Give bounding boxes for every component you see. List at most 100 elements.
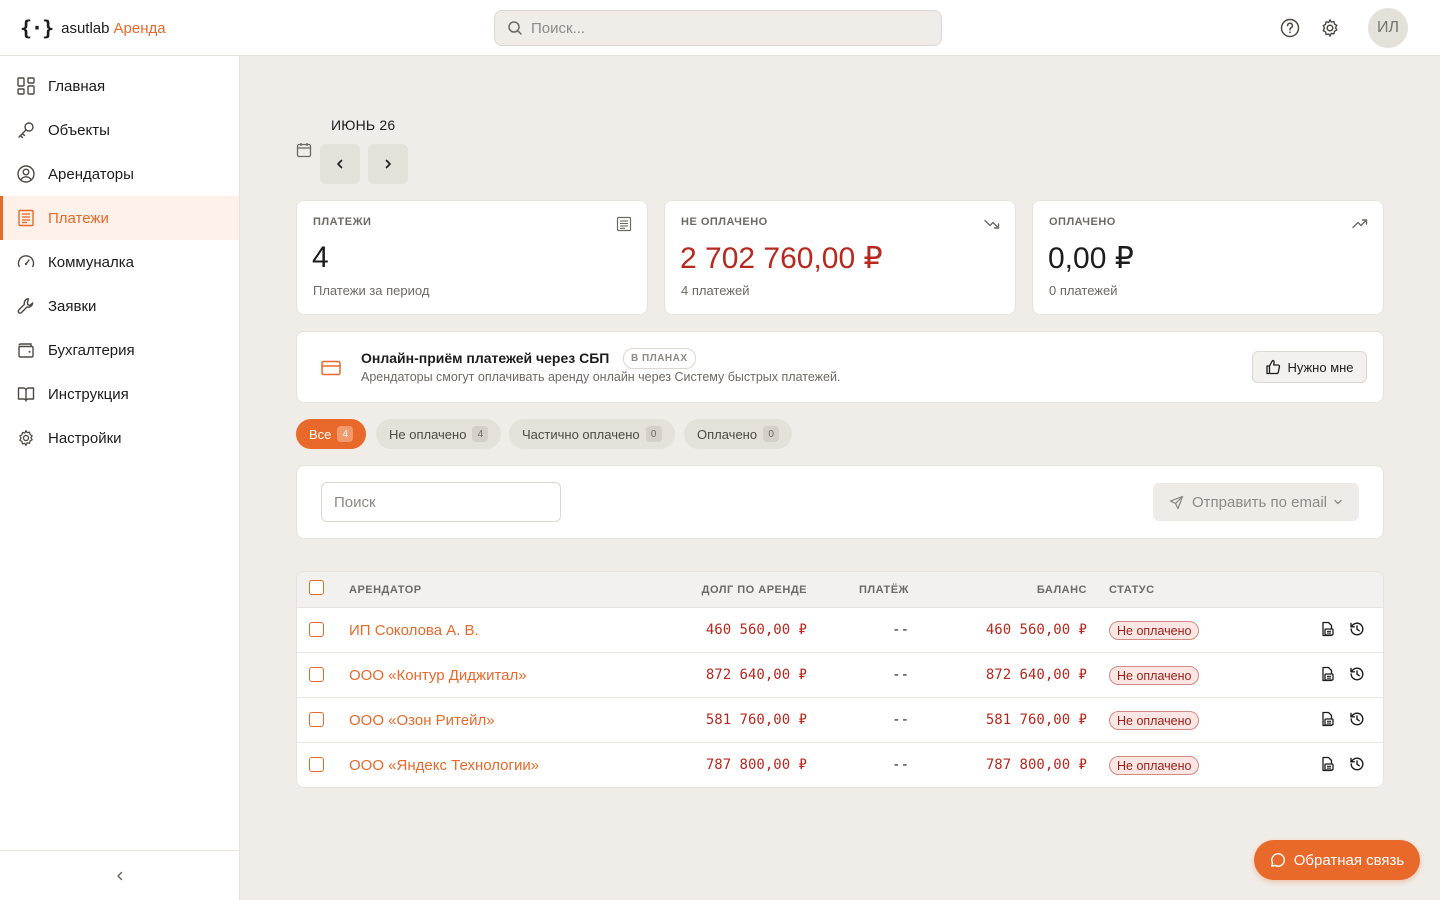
filter-tab-partially-paid[interactable]: Частично оплачено 0 [509, 419, 675, 449]
stat-subtitle: 0 платежей [1049, 283, 1118, 298]
sidebar-item-label: Коммуналка [48, 253, 134, 271]
chat-bubble-icon [1270, 853, 1285, 867]
filter-label: Частично оплачено [522, 426, 640, 442]
table-row[interactable]: ООО «Контур Диджитал» 872 640,00 ₽ -- 87… [297, 653, 1383, 698]
send-email-button[interactable]: Отправить по email [1153, 483, 1359, 521]
chevron-down-icon [1334, 499, 1342, 505]
tenant-link[interactable]: ООО «Яндекс Технологии» [349, 757, 539, 774]
filter-tab-paid[interactable]: Оплачено 0 [684, 419, 793, 449]
row-checkbox[interactable] [309, 712, 324, 727]
history-icon[interactable] [1348, 755, 1366, 773]
payments-table: АРЕНДАТОР ДОЛГ ПО АРЕНДЕ ПЛАТЁЖ БАЛАНС С… [296, 571, 1384, 788]
sidebar-collapse-button[interactable] [0, 850, 239, 900]
gear-icon[interactable] [1319, 17, 1341, 39]
book-icon [16, 384, 36, 404]
row-checkbox[interactable] [309, 667, 324, 682]
filter-tab-all[interactable]: Все 4 [296, 419, 367, 449]
filter-tab-unpaid[interactable]: Не оплачено 4 [376, 419, 502, 449]
tenant-link[interactable]: ИП Соколова А. В. [349, 622, 479, 639]
global-search[interactable] [494, 10, 942, 46]
sidebar-item-requests[interactable]: Заявки [0, 284, 239, 328]
stat-label: НЕ ОПЛАЧЕНО [681, 216, 768, 228]
chevron-left-icon [116, 871, 122, 880]
sidebar-item-accounting[interactable]: Бухгалтерия [0, 328, 239, 372]
select-all-checkbox[interactable] [309, 580, 324, 595]
balance-value: 460 560,00 ₽ [985, 622, 1087, 638]
chevron-right-icon [385, 159, 391, 169]
invoice-icon[interactable] [1318, 620, 1336, 638]
next-period-button[interactable] [368, 144, 408, 184]
history-icon[interactable] [1348, 665, 1366, 683]
sidebar-item-home[interactable]: Главная [0, 64, 239, 108]
tenant-link[interactable]: ООО «Контур Диджитал» [349, 667, 527, 684]
invoice-icon[interactable] [1318, 710, 1336, 728]
sidebar-item-payments[interactable]: Платежи [0, 196, 239, 240]
column-header-status: СТАТУС [1109, 584, 1155, 596]
sidebar-item-tenants[interactable]: Арендаторы [0, 152, 239, 196]
sidebar-item-label: Объекты [48, 121, 110, 139]
sidebar-item-objects[interactable]: Объекты [0, 108, 239, 152]
sidebar-item-settings[interactable]: Настройки [0, 416, 239, 460]
sidebar-item-guide[interactable]: Инструкция [0, 372, 239, 416]
payment-value: -- [892, 667, 909, 683]
feedback-button[interactable]: Обратная связь [1254, 840, 1420, 880]
stat-card-paid: ОПЛАЧЕНО 0,00 ₽ 0 платежей [1032, 200, 1384, 315]
row-checkbox[interactable] [309, 757, 324, 772]
filter-count: 4 [472, 426, 489, 442]
payment-value: -- [892, 757, 909, 773]
table-row[interactable]: ООО «Яндекс Технологии» 787 800,00 ₽ -- … [297, 743, 1383, 787]
need-it-button[interactable]: Нужно мне [1252, 351, 1367, 383]
invoice-icon[interactable] [1318, 665, 1336, 683]
trending-down-icon [984, 216, 1000, 232]
status-badge: Не оплачено [1109, 711, 1200, 730]
debt-value: 872 640,00 ₽ [705, 667, 807, 683]
credit-card-icon [321, 360, 341, 376]
sidebar-item-utilities[interactable]: Коммуналка [0, 240, 239, 284]
balance-value: 787 800,00 ₽ [985, 757, 1087, 773]
status-badge: Не оплачено [1109, 756, 1200, 775]
invoice-icon[interactable] [1318, 755, 1336, 773]
stat-label: ОПЛАЧЕНО [1049, 216, 1116, 228]
table-search-input[interactable] [321, 482, 561, 522]
planned-badge: В ПЛАНАХ [623, 348, 696, 369]
debt-value: 460 560,00 ₽ [705, 622, 807, 638]
brand-logo[interactable]: {·} asutlab Аренда [20, 14, 166, 42]
filter-label: Все [309, 426, 332, 442]
status-badge: Не оплачено [1109, 666, 1200, 685]
logo-mark: {·} [20, 16, 54, 40]
filter-count: 4 [337, 426, 354, 442]
sidebar-item-label: Арендаторы [48, 165, 134, 183]
stat-value: 2 702 760,00 ₽ [680, 242, 883, 275]
row-checkbox[interactable] [309, 622, 324, 637]
prev-period-button[interactable] [320, 144, 360, 184]
receipt-icon [616, 216, 632, 232]
table-row[interactable]: ИП Соколова А. В. 460 560,00 ₽ -- 460 56… [297, 608, 1383, 653]
send-icon [1169, 495, 1184, 509]
stat-value: 0,00 ₽ [1048, 242, 1134, 275]
sidebar-item-label: Платежи [48, 209, 109, 227]
question-circle-icon[interactable] [1279, 17, 1301, 39]
send-email-label: Отправить по email [1191, 493, 1328, 511]
stat-subtitle: Платежи за период [313, 283, 430, 298]
tenant-link[interactable]: ООО «Озон Ритейл» [349, 712, 495, 729]
banner-description: Арендаторы смогут оплачивать аренду онла… [361, 370, 841, 384]
receipt-icon [16, 208, 36, 228]
history-icon[interactable] [1348, 710, 1366, 728]
stat-card-unpaid: НЕ ОПЛАЧЕНО 2 702 760,00 ₽ 4 платежей [664, 200, 1016, 315]
banner-title: Онлайн-приём платежей через СБП [361, 350, 610, 366]
sidebar-item-label: Инструкция [48, 385, 129, 403]
chevron-left-icon [337, 159, 343, 169]
avatar[interactable]: ИЛ [1368, 8, 1408, 48]
stat-subtitle: 4 платежей [681, 283, 750, 298]
dashboard-icon [16, 76, 36, 96]
column-header-payment: ПЛАТЁЖ [858, 584, 909, 596]
stat-card-payments: ПЛАТЕЖИ 4 Платежи за период [296, 200, 648, 315]
debt-value: 787 800,00 ₽ [705, 757, 807, 773]
table-row[interactable]: ООО «Озон Ритейл» 581 760,00 ₽ -- 581 76… [297, 698, 1383, 743]
sidebar-item-label: Главная [48, 77, 106, 95]
top-bar: {·} asutlab Аренда ИЛ [0, 0, 1440, 56]
global-search-input[interactable] [531, 19, 911, 37]
history-icon[interactable] [1348, 620, 1366, 638]
need-it-label: Нужно мне [1287, 359, 1354, 375]
gear-icon [16, 428, 36, 448]
